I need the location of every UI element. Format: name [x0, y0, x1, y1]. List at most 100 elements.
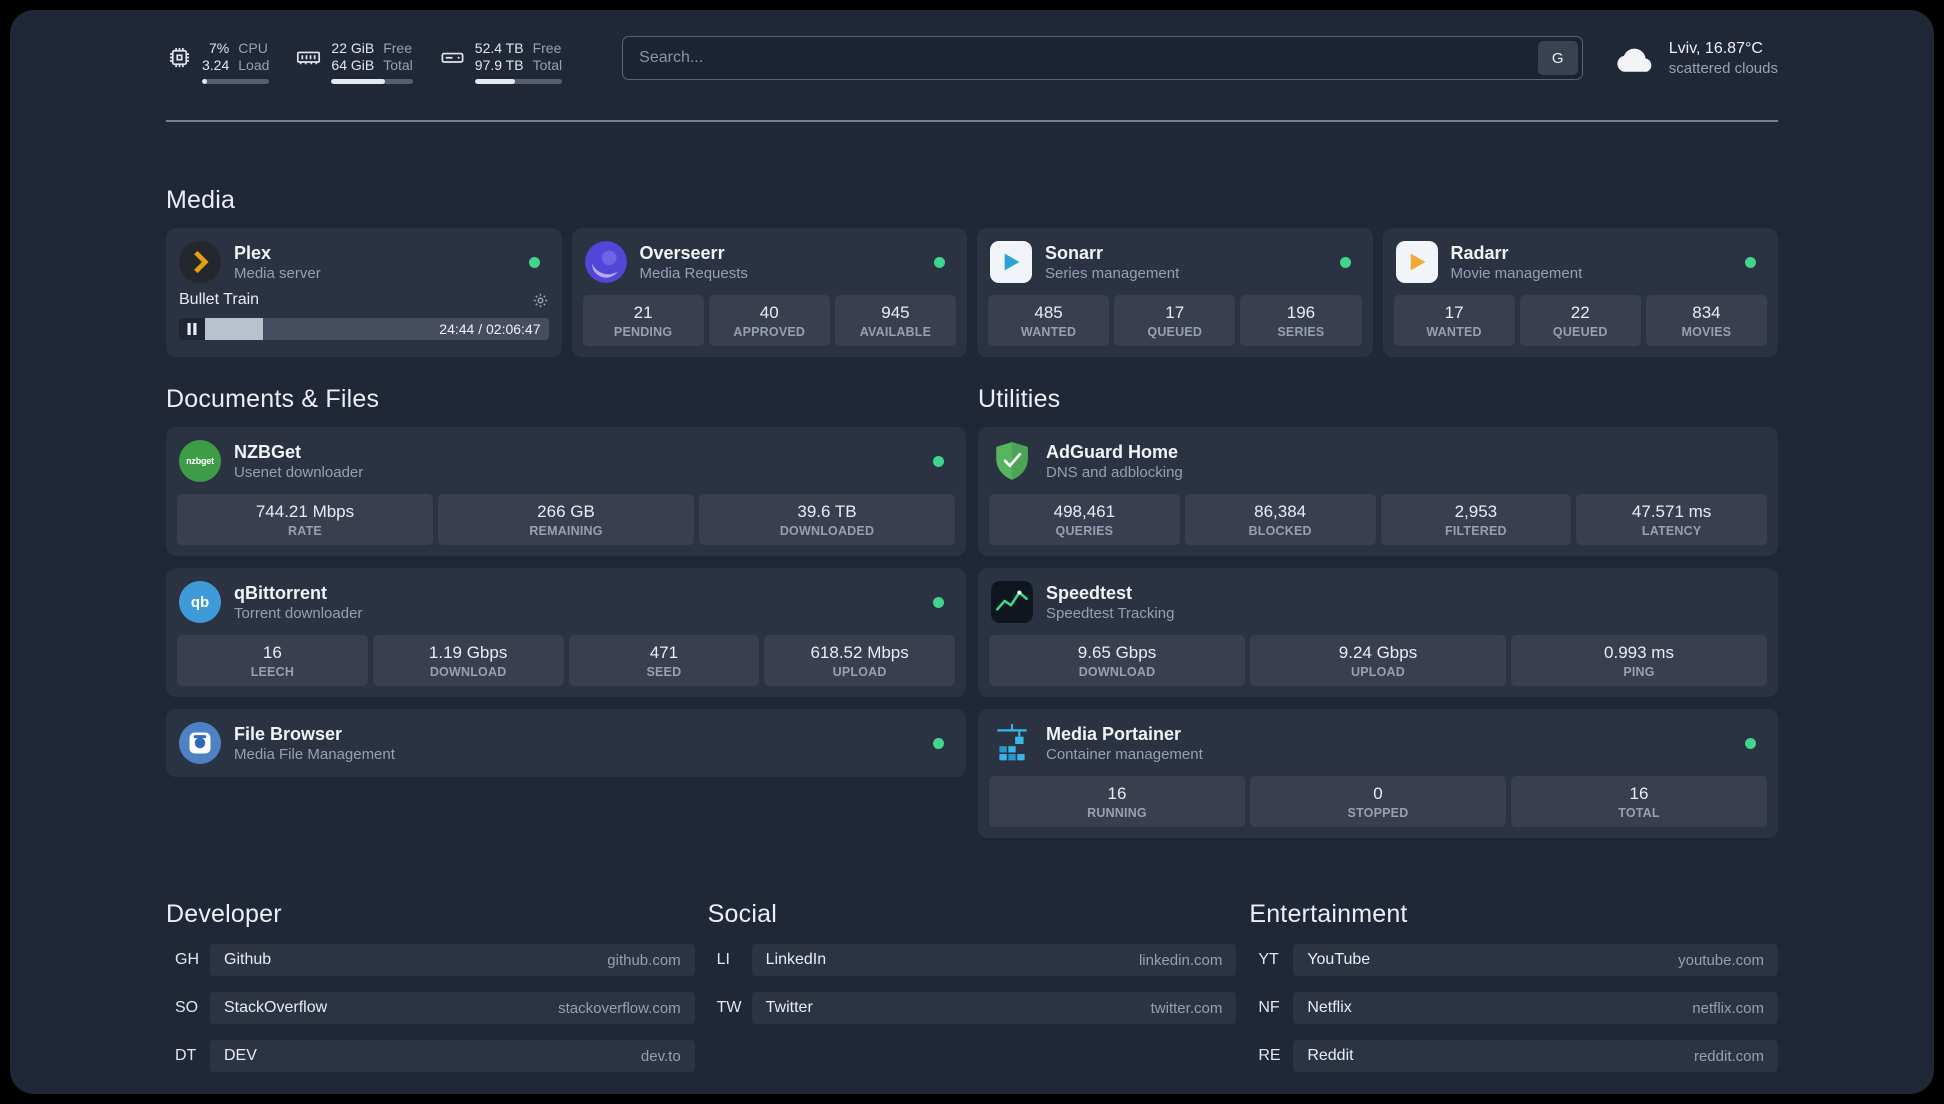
service-name: AdGuard Home [1046, 441, 1179, 462]
section-title-documents: Documents & Files [166, 385, 380, 413]
service-card-plex[interactable]: Plex Media server Bullet Train 24:44 / 0… [166, 228, 562, 357]
bookmark-abbr: LI [716, 951, 730, 968]
disk-free-label: Free [532, 40, 562, 56]
portainer-icon [991, 722, 1033, 764]
stat-value: 17 [1165, 303, 1185, 322]
bookmark-url: twitter.com [1150, 999, 1223, 1017]
gear-icon[interactable] [532, 292, 549, 309]
stat-value: 86,384 [1254, 502, 1307, 521]
bookmark-link-github[interactable]: Github github.com [210, 944, 695, 976]
bookmark-link-netflix[interactable]: Netflix netflix.com [1293, 992, 1778, 1024]
stat-value: 945 [881, 303, 910, 322]
disk-widget: 52.4 TB 97.9 TB Free Total [439, 40, 563, 84]
service-description: Container management [1046, 745, 1203, 763]
stat-label: WANTED [1020, 325, 1077, 339]
stat-label: PING [1623, 665, 1655, 679]
stat-rate: 744.21 Mbps RATE [177, 494, 433, 545]
service-description: Movie management [1450, 264, 1583, 282]
stat-stopped: 0 STOPPED [1250, 776, 1506, 827]
stat-approved: 40 APPROVED [708, 295, 830, 346]
playback-time: 24:44 / 02:06:47 [439, 321, 541, 337]
stat-value: 2,953 [1454, 502, 1498, 521]
service-name: qBittorrent [234, 582, 327, 603]
stat-remaining: 266 GB REMAINING [438, 494, 694, 545]
status-dot [1339, 256, 1351, 268]
service-name: NZBGet [234, 441, 301, 462]
service-card-sonarr[interactable]: Sonarr Series management 485 WANTED 17 Q… [977, 228, 1373, 357]
stat-total: 16 TOTAL [1511, 776, 1767, 827]
search-input[interactable] [623, 37, 1538, 79]
service-description: Usenet downloader [234, 463, 364, 481]
stat-latency: 47.571 ms LATENCY [1576, 494, 1767, 545]
service-description: Media server [234, 264, 321, 282]
status-dot [933, 455, 944, 467]
bookmark-url: netflix.com [1692, 999, 1764, 1017]
stat-value: 471 [649, 643, 679, 662]
bookmark-link-stackoverflow[interactable]: StackOverflow stackoverflow.com [210, 992, 695, 1024]
topbar-divider [166, 120, 1778, 122]
bookmark-link-linkedin[interactable]: LinkedIn linkedin.com [751, 944, 1237, 976]
search-provider-button[interactable]: G [1537, 41, 1578, 75]
stat-value: 9.24 Gbps [1338, 643, 1418, 662]
cpu-load: 3.24 [202, 57, 230, 73]
service-name: Radarr [1450, 242, 1509, 263]
stat-series: 196 SERIES [1240, 295, 1362, 346]
bookmark-link-dev[interactable]: DEV dev.to [210, 1040, 695, 1072]
stat-value: 22 [1570, 303, 1590, 322]
bookmark-url: reddit.com [1693, 1047, 1764, 1065]
pause-icon[interactable] [179, 318, 205, 340]
service-description: DNS and adblocking [1046, 463, 1183, 481]
stat-label: QUEUED [1147, 325, 1203, 339]
bookmark-name: Reddit [1307, 1047, 1354, 1064]
search-bar: G [622, 36, 1583, 80]
bookmark-name: LinkedIn [765, 951, 827, 968]
stat-label: AVAILABLE [859, 325, 932, 339]
stat-queries: 498,461 QUERIES [989, 494, 1180, 545]
disk-free: 52.4 TB [474, 40, 524, 56]
stat-label: SEED [646, 665, 682, 679]
stat-movies: 834 MOVIES [1645, 295, 1768, 346]
bookmark-name: Netflix [1307, 999, 1352, 1016]
service-card-speedtest[interactable]: Speedtest Speedtest Tracking 9.65 Gbps D… [978, 568, 1778, 697]
bookmark-link-reddit[interactable]: Reddit reddit.com [1293, 1040, 1778, 1072]
stat-upload: 618.52 Mbps UPLOAD [764, 635, 955, 686]
stat-label: WANTED [1426, 325, 1482, 339]
stat-value: 16 [1107, 784, 1127, 803]
service-card-portainer[interactable]: Media Portainer Container management 16 … [978, 709, 1778, 838]
service-card-qbittorrent[interactable]: qb qBittorrent Torrent downloader 16 LEE… [166, 568, 966, 697]
playback-progressbar[interactable]: 24:44 / 02:06:47 [179, 318, 549, 340]
bookmark-url: github.com [607, 951, 681, 969]
section-title-entertainment: Entertainment [1249, 900, 1408, 928]
stat-value: 0.993 ms [1604, 643, 1674, 662]
stat-label: DOWNLOADED [779, 524, 875, 538]
bookmark-link-twitter[interactable]: Twitter twitter.com [751, 992, 1237, 1024]
status-dot [1745, 256, 1756, 268]
weather-condition: scattered clouds [1668, 60, 1778, 77]
stat-available: 945 AVAILABLE [834, 295, 957, 346]
service-card-filebrowser[interactable]: File Browser Media File Management [166, 709, 966, 777]
service-card-overseerr[interactable]: Overseerr Media Requests 21 PENDING 40 A… [571, 228, 967, 357]
cpu-icon [166, 44, 193, 71]
bookmark-link-youtube[interactable]: YouTube youtube.com [1293, 944, 1778, 976]
service-card-radarr[interactable]: Radarr Movie management 17 WANTED 22 QUE… [1382, 228, 1778, 357]
service-card-adguard[interactable]: AdGuard Home DNS and adblocking 498,461 … [978, 427, 1778, 556]
service-description: Media Requests [639, 264, 748, 282]
nzbget-icon: nzbget [179, 440, 221, 482]
bookmark-abbr: GH [175, 951, 199, 968]
service-card-nzbget[interactable]: nzbget NZBGet Usenet downloader 744.21 M… [166, 427, 966, 556]
stat-filtered: 2,953 FILTERED [1380, 494, 1572, 545]
bookmark-name: Github [224, 951, 272, 968]
stat-value: 9.65 Gbps [1077, 643, 1157, 662]
bookmark-url: linkedin.com [1138, 951, 1223, 969]
bookmark-group-social: Social LI LinkedIn linkedin.com TW Twitt… [708, 900, 1237, 1040]
stat-label: FILTERED [1444, 524, 1507, 538]
stat-ping: 0.993 ms PING [1511, 635, 1767, 686]
stat-value: 266 GB [537, 502, 595, 521]
stat-value: 47.571 ms [1631, 502, 1712, 521]
stat-running: 16 RUNNING [989, 776, 1245, 827]
cpu-progressbar [202, 79, 270, 84]
section-title-social: Social [707, 900, 777, 928]
stat-downloaded: 39.6 TB DOWNLOADED [699, 494, 955, 545]
bookmark-dev: DT DEV dev.to [166, 1040, 695, 1072]
stat-value: 16 [262, 643, 282, 662]
